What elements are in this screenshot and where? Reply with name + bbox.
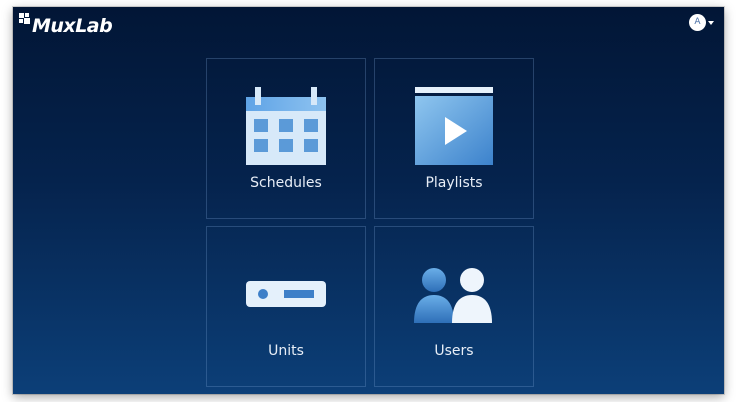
avatar[interactable]: A (689, 14, 706, 31)
schedules-label: Schedules (250, 175, 322, 191)
logo-mark-icon (19, 13, 31, 27)
units-tile[interactable]: Units (206, 226, 366, 387)
app-window: MuxLab A Schedules Playlists Units Users (13, 7, 724, 394)
playlists-tile[interactable]: Playlists (374, 58, 534, 219)
calendar-icon (207, 87, 365, 165)
playlists-label: Playlists (425, 175, 483, 191)
users-label: Users (434, 343, 474, 359)
schedules-tile[interactable]: Schedules (206, 58, 366, 219)
brand-name: MuxLab (32, 15, 113, 37)
units-label: Units (268, 343, 304, 359)
playlist-play-icon (375, 87, 533, 165)
muxlab-logo: MuxLab (19, 13, 113, 39)
account-menu[interactable]: A (689, 14, 714, 31)
users-icon (375, 267, 533, 323)
device-unit-icon (207, 281, 365, 307)
users-tile[interactable]: Users (374, 226, 534, 387)
chevron-down-icon[interactable] (708, 20, 714, 25)
